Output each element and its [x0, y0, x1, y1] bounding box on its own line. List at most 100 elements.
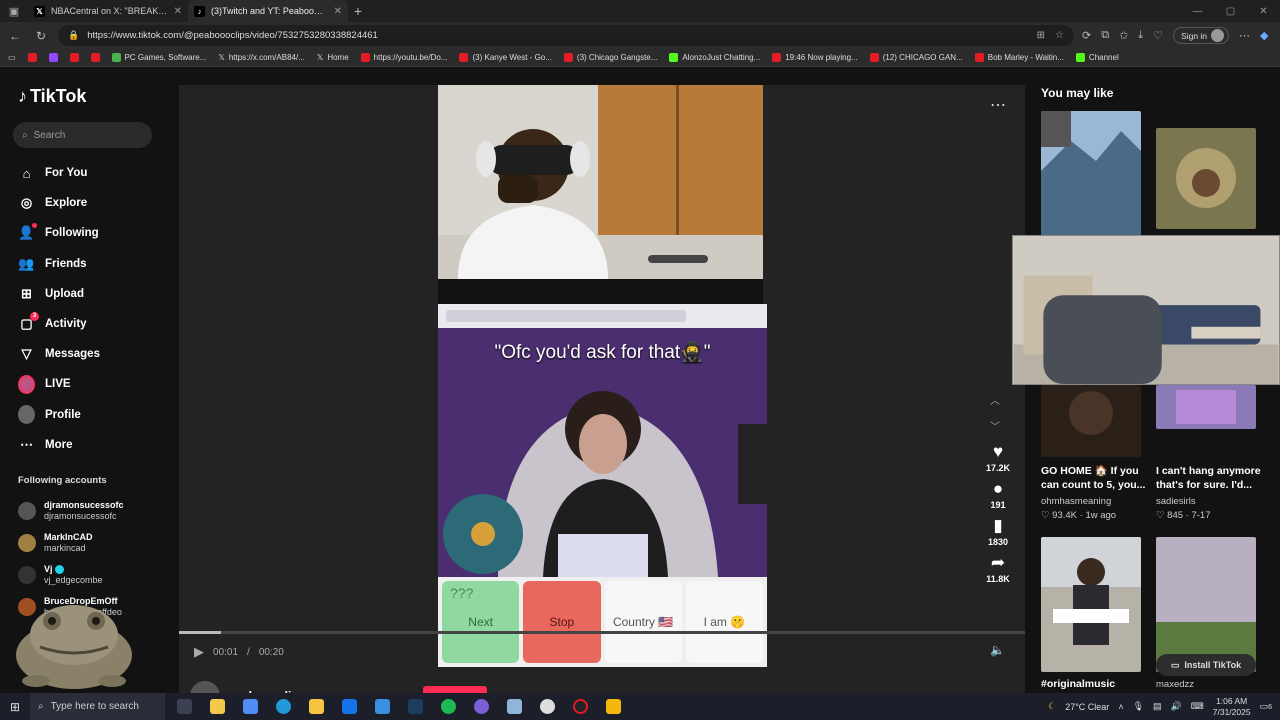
nav-friends[interactable]: 👥 Friends	[18, 249, 168, 279]
following-account[interactable]: djramonsucessofc djramonsucessofc	[18, 495, 168, 527]
rockstar-icon[interactable]	[597, 693, 630, 720]
tab-tiktok[interactable]: ♪ (3)Twitch and YT: Peaboooo #pe ✕	[188, 0, 348, 22]
recommended-video-thumb[interactable]	[1156, 128, 1256, 229]
tab-nbacentral[interactable]: 𝕏 NBACentral on X: "BREAKING: Gil ✕	[28, 0, 188, 22]
recommended-video-thumb[interactable]	[1156, 537, 1256, 672]
video-progress-bar[interactable]	[179, 631, 1025, 634]
file-explorer-icon[interactable]	[300, 693, 333, 720]
install-tiktok-button[interactable]: ▭ Install TikTok	[1156, 654, 1256, 676]
browser-essentials-icon[interactable]: ♡	[1153, 29, 1163, 42]
close-tab-icon[interactable]: ✕	[174, 6, 182, 17]
recommended-title[interactable]: I can't hang anymore that's for sure. I'…	[1156, 464, 1274, 492]
app-available-icon[interactable]: ⊞	[1037, 30, 1045, 41]
app-icon[interactable]	[564, 693, 597, 720]
close-tab-icon[interactable]: ✕	[334, 6, 342, 17]
extensions-icon[interactable]: ⟳	[1082, 29, 1091, 42]
minimize-icon[interactable]: —	[1181, 0, 1214, 22]
steam-icon[interactable]	[399, 693, 432, 720]
recommended-author[interactable]: ohmhasmeaning	[1041, 496, 1111, 507]
bookmark-item[interactable]: (3) Chicago Gangste...	[563, 53, 657, 62]
nav-activity[interactable]: ▢ 3 Activity	[18, 309, 168, 339]
author-avatar[interactable]	[190, 681, 220, 693]
outlook-icon[interactable]	[333, 693, 366, 720]
nav-more[interactable]: ⋯ More	[18, 430, 168, 460]
video-player[interactable]: "Ofc you'd ask for that🥷" ??? Next Stop …	[179, 85, 1025, 693]
bookmarks-menu-icon[interactable]: ▭	[8, 53, 16, 62]
maximize-icon[interactable]: ▢	[1214, 0, 1247, 22]
nav-for-you[interactable]: ⌂ For You	[18, 158, 168, 188]
follow-button[interactable]	[423, 686, 488, 693]
clock[interactable]: 1:06 AM 7/31/2025	[1213, 696, 1251, 718]
following-account[interactable]: MarkInCAD markincad	[18, 527, 168, 559]
language-icon[interactable]: ⌨	[1191, 701, 1204, 712]
notifications-icon[interactable]: ▭6	[1260, 701, 1272, 712]
downloads-icon[interactable]: ⤓	[1138, 29, 1143, 42]
recommended-author[interactable]: maxedzz	[1156, 679, 1194, 690]
recommended-video-thumb[interactable]	[1041, 385, 1141, 457]
like-action[interactable]: ♥ 17.2K	[986, 441, 1010, 473]
nav-following[interactable]: 👤 Following	[18, 218, 168, 248]
split-screen-icon[interactable]: ⧉	[1101, 29, 1109, 42]
weather-text[interactable]: 27°C Clear	[1065, 702, 1109, 712]
back-icon[interactable]: ←	[6, 29, 24, 43]
bookmark-item[interactable]	[90, 53, 100, 62]
search-input[interactable]: ⌕ Search	[13, 122, 152, 148]
bookmark-item[interactable]: (12) CHICAGO GAN...	[869, 53, 963, 62]
bookmark-item[interactable]: 𝕏 Home	[317, 53, 349, 62]
tiktok-logo[interactable]: ♪ TikTok	[18, 86, 86, 107]
tray-overflow-icon[interactable]: ˄	[1118, 702, 1123, 712]
favorites-icon[interactable]: ✩	[1119, 29, 1128, 42]
recommended-title[interactable]: #originalmusic	[1041, 677, 1159, 691]
photos-icon[interactable]	[366, 693, 399, 720]
new-tab-button[interactable]: +	[348, 3, 368, 19]
bookmark-item[interactable]: AlonzoJust Chatting...	[669, 53, 760, 62]
signin-button[interactable]: Sign in	[1173, 27, 1230, 44]
next-video-icon[interactable]: ﹀	[990, 415, 1000, 441]
taskbar-search[interactable]: ⌕ Type here to search	[30, 693, 165, 720]
task-view-icon[interactable]	[168, 693, 201, 720]
recommended-video-thumb[interactable]	[1156, 385, 1256, 429]
more-options-icon[interactable]: ⋯	[990, 95, 1006, 115]
recommended-title[interactable]: GO HOME 🏠 If you can count to 5, you...	[1041, 464, 1153, 492]
favorite-star-icon[interactable]: ☆	[1055, 30, 1064, 41]
volume-icon[interactable]: 🔈	[990, 643, 1005, 657]
play-icon[interactable]: ▶	[194, 644, 204, 660]
previous-video-icon[interactable]: ︿	[990, 389, 1000, 415]
bookmark-item[interactable]: 19:46 Now playing...	[772, 53, 858, 62]
spotify-icon[interactable]	[432, 693, 465, 720]
bookmark-item[interactable]: https://youtu.be/Do...	[360, 53, 447, 62]
tab-actions-icon[interactable]: ▣	[0, 0, 28, 22]
speaker-icon[interactable]: 🔊	[1171, 701, 1182, 712]
nav-messages[interactable]: ▽ Messages	[18, 339, 168, 369]
bookmark-item[interactable]: PC Games, Software...	[111, 53, 206, 62]
bookmark-item[interactable]: (3) Kanye West - Go...	[459, 53, 552, 62]
settings-menu-icon[interactable]: ⋯	[1239, 29, 1250, 42]
microphone-icon[interactable]: 🎙	[1133, 701, 1144, 712]
bookmark-item[interactable]: Channel	[1075, 53, 1119, 62]
copilot-taskbar-icon[interactable]	[234, 693, 267, 720]
recommended-author[interactable]: sadiesirls	[1156, 496, 1196, 507]
recommended-video-thumb[interactable]	[1041, 111, 1141, 236]
store-icon[interactable]	[201, 693, 234, 720]
app-icon[interactable]	[531, 693, 564, 720]
bookmark-item[interactable]: 𝕏https://x.com/AB84/...	[218, 53, 304, 62]
refresh-icon[interactable]: ↻	[32, 29, 50, 43]
bookmark-item[interactable]	[69, 53, 79, 62]
comment-action[interactable]: ● 191	[990, 478, 1005, 510]
copilot-icon[interactable]: ◆	[1260, 29, 1268, 42]
edge-icon[interactable]	[267, 693, 300, 720]
lock-icon[interactable]: 🔒	[68, 30, 79, 41]
bookmark-item[interactable]	[48, 53, 58, 62]
bookmark-item[interactable]: Bob Marley - Waitin...	[974, 53, 1064, 62]
bookmark-item[interactable]	[27, 53, 37, 62]
nav-live[interactable]: LIVE	[18, 369, 168, 399]
network-icon[interactable]: ▤	[1153, 701, 1162, 712]
app-icon[interactable]	[498, 693, 531, 720]
save-action[interactable]: ▮ 1830	[988, 515, 1008, 547]
discord-icon[interactable]	[465, 693, 498, 720]
nav-profile[interactable]: Profile	[18, 400, 168, 430]
following-account[interactable]: Vj vj_edgecombe	[18, 559, 168, 591]
windows-start-icon[interactable]: ⊞	[0, 700, 30, 714]
nav-explore[interactable]: ◎ Explore	[18, 188, 168, 218]
nav-upload[interactable]: ⊞ Upload	[18, 279, 168, 309]
